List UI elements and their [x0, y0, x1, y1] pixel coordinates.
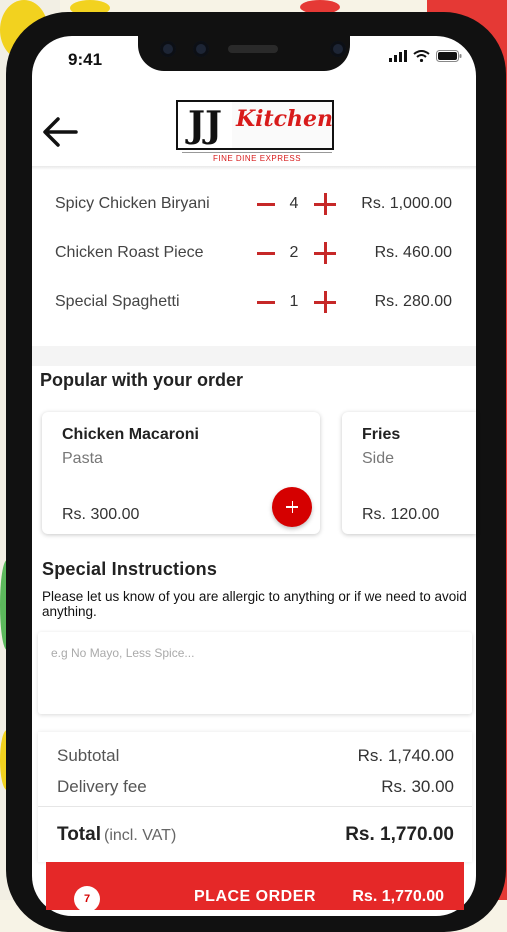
popular-item-type: Side: [362, 450, 395, 467]
decrease-quantity-button[interactable]: [255, 291, 277, 313]
cart-item: Spicy Chicken Biryani 4 Rs. 1,000.00: [38, 184, 472, 224]
popular-item-card[interactable]: Chicken Macaroni Pasta Rs. 300.00: [42, 412, 320, 534]
battery-icon: [436, 50, 462, 62]
instructions-description: Please let us know of you are allergic t…: [42, 589, 467, 619]
back-button[interactable]: [40, 112, 80, 152]
cellular-signal-icon: [389, 50, 407, 62]
camera-dot: [193, 41, 209, 57]
place-order-price: Rs. 1,770.00: [352, 888, 444, 905]
brand-logo: JJ Kitchen FINE DINE EXPRESS: [176, 98, 336, 164]
header-divider: [32, 166, 476, 170]
subtotal-label: Subtotal: [57, 746, 120, 765]
status-time: 9:41: [68, 50, 103, 69]
increase-quantity-button[interactable]: [313, 290, 337, 314]
phone-notch: [138, 31, 350, 71]
popular-item-type: Pasta: [62, 450, 103, 467]
status-icons: [389, 50, 462, 62]
item-count-badge: 7: [74, 886, 100, 912]
increase-quantity-button[interactable]: [313, 241, 337, 265]
add-item-button[interactable]: [272, 487, 312, 527]
app-header: JJ Kitchen FINE DINE EXPRESS: [32, 94, 476, 166]
logo-jj: JJ: [176, 100, 234, 150]
total-value: Rs. 1,770.00: [345, 824, 454, 845]
popular-item-card[interactable]: Fries Side Rs. 120.00: [342, 412, 476, 534]
total-label: Total (incl. VAT): [57, 824, 176, 846]
cart-item: Chicken Roast Piece 2 Rs. 460.00: [38, 233, 472, 273]
increase-quantity-button[interactable]: [313, 192, 337, 216]
popular-item-price: Rs. 300.00: [62, 506, 140, 523]
decrease-quantity-button[interactable]: [255, 242, 277, 264]
place-order-label: PLACE ORDER: [194, 888, 316, 905]
summary-divider: [38, 806, 472, 807]
popular-item-price: Rs. 120.00: [362, 506, 440, 523]
popular-section-title: Popular with your order: [40, 370, 244, 390]
delivery-fee-label: Delivery fee: [57, 777, 147, 796]
cart-item-name: Chicken Roast Piece: [55, 244, 204, 261]
cart-item-price: Rs. 280.00: [374, 293, 452, 310]
section-separator: [32, 346, 476, 366]
subtotal-value: Rs. 1,740.00: [357, 746, 454, 765]
special-instructions-input[interactable]: [38, 632, 472, 714]
total-label-text: Total: [57, 824, 101, 845]
cart-item: Special Spaghetti 1 Rs. 280.00: [38, 282, 472, 322]
logo-kitchen: Kitchen: [236, 106, 334, 132]
popular-item-name: Chicken Macaroni: [62, 426, 199, 443]
logo-tagline: FINE DINE EXPRESS: [182, 152, 332, 163]
arrow-left-icon: [43, 117, 78, 147]
cart-item-quantity: 2: [289, 244, 299, 261]
cart-item-price: Rs. 460.00: [374, 244, 452, 261]
speaker-grille: [228, 45, 278, 53]
order-summary: Subtotal Rs. 1,740.00 Delivery fee Rs. 3…: [38, 732, 472, 862]
total-vat-note: (incl. VAT): [103, 827, 177, 844]
decrease-quantity-button[interactable]: [255, 193, 277, 215]
place-order-button[interactable]: 7 PLACE ORDER Rs. 1,770.00: [46, 862, 464, 912]
logo-kitchen-box: Kitchen: [232, 100, 334, 150]
popular-item-name: Fries: [362, 426, 401, 443]
cart-item-quantity: 1: [289, 293, 299, 310]
instructions-title: Special Instructions: [42, 559, 218, 579]
cart-item-price: Rs. 1,000.00: [361, 195, 452, 212]
camera-dot: [160, 41, 176, 57]
cart-item-quantity: 4: [289, 195, 299, 212]
camera-dot: [330, 41, 346, 57]
cart-item-name: Special Spaghetti: [55, 293, 180, 310]
wifi-icon: [413, 50, 430, 62]
delivery-fee-value: Rs. 30.00: [381, 777, 454, 796]
cart-items: Spicy Chicken Biryani 4 Rs. 1,000.00 Chi…: [38, 172, 472, 346]
cart-item-name: Spicy Chicken Biryani: [55, 195, 210, 212]
